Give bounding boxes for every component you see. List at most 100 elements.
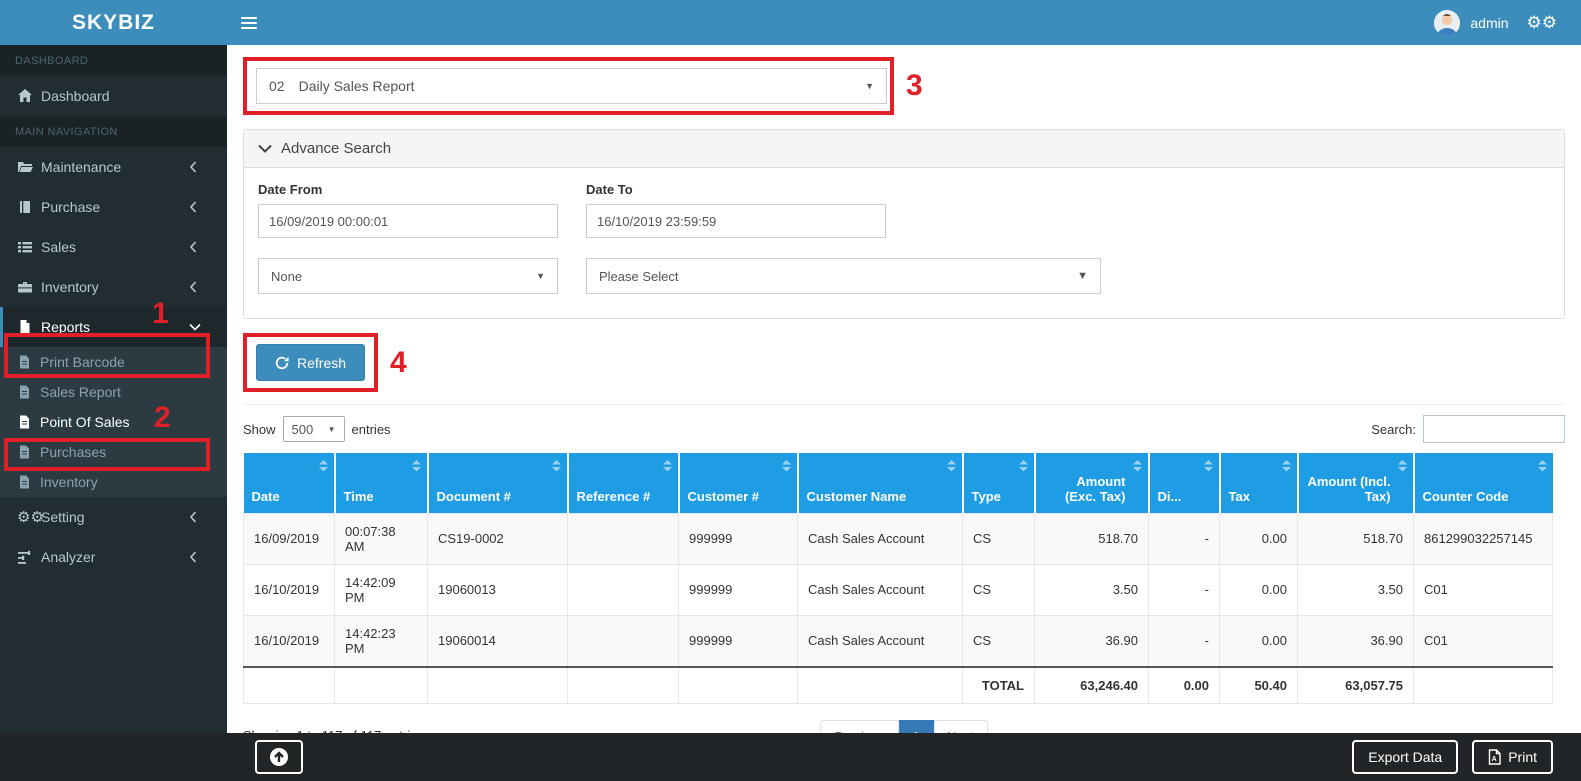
- file-text-icon: [18, 445, 40, 459]
- sales-report-table: Date Time Document # Reference # Custome…: [243, 453, 1553, 704]
- advance-search-title: Advance Search: [281, 140, 391, 157]
- search-label: Search:: [1371, 422, 1416, 437]
- table-cell: 16/09/2019: [244, 513, 335, 564]
- submenu-item-label: Point Of Sales: [40, 414, 130, 430]
- col-header-reference[interactable]: Reference #: [568, 453, 679, 513]
- table-cell: CS: [963, 564, 1035, 615]
- table-row: 16/10/2019 14:42:23 PM 19060014 999999 C…: [244, 615, 1553, 667]
- table-cell: [244, 667, 335, 704]
- table-cell: 36.90: [1298, 615, 1414, 667]
- sidebar-item-label: Sales: [41, 239, 189, 255]
- table-cell: [1414, 667, 1553, 704]
- print-button[interactable]: A Print: [1472, 740, 1553, 774]
- advance-search-header[interactable]: Advance Search: [244, 130, 1564, 168]
- date-from-input[interactable]: [258, 204, 558, 238]
- submenu-item-label: Purchases: [40, 444, 106, 460]
- submenu-item-purchases[interactable]: Purchases: [0, 437, 227, 467]
- col-header-tax[interactable]: Tax: [1220, 453, 1298, 513]
- book-icon: [17, 199, 41, 215]
- file-text-icon: [18, 475, 40, 489]
- file-text-icon: [18, 355, 40, 369]
- app-logo[interactable]: SKYBIZ: [0, 0, 227, 45]
- submenu-item-sales-report[interactable]: Sales Report: [0, 377, 227, 407]
- sort-icon: [947, 460, 956, 472]
- table-cell: 16/10/2019: [244, 615, 335, 667]
- annotation-number-4: 4: [390, 346, 407, 380]
- date-to-input[interactable]: [586, 204, 886, 238]
- sidebar-item-inventory[interactable]: Inventory: [0, 267, 227, 307]
- col-header-discount[interactable]: Di...: [1149, 453, 1220, 513]
- list-icon: [17, 239, 41, 255]
- scroll-to-top-button[interactable]: [255, 740, 303, 774]
- sidebar-item-label: Maintenance: [41, 159, 189, 175]
- chevron-down-icon: [258, 144, 272, 153]
- main-content: 02 Daily Sales Report ▼ 3 Advance Search…: [227, 45, 1581, 733]
- filter-select-please[interactable]: Please Select ▼: [586, 258, 1101, 294]
- sort-icon: [782, 460, 791, 472]
- total-tax: 50.40: [1220, 667, 1298, 704]
- total-amount-incl: 63,057.75: [1298, 667, 1414, 704]
- submenu-item-point-of-sales[interactable]: Point Of Sales: [0, 407, 227, 437]
- refresh-label: Refresh: [297, 355, 346, 371]
- col-header-document[interactable]: Document #: [428, 453, 568, 513]
- sidebar-item-label: Analyzer: [41, 549, 189, 565]
- col-header-customer-name[interactable]: Customer Name: [798, 453, 963, 513]
- file-icon: [17, 319, 41, 335]
- table-cell: 36.90: [1035, 615, 1149, 667]
- sidebar-toggle-button[interactable]: [227, 0, 271, 45]
- col-header-date[interactable]: Date: [244, 453, 335, 513]
- sidebar-item-maintenance[interactable]: Maintenance: [0, 147, 227, 187]
- page-size-value: 500: [292, 422, 314, 437]
- table-controls: Show 500 ▼ entries Search:: [243, 415, 1565, 443]
- sidebar-item-label: Setting: [41, 509, 189, 525]
- table-cell: -: [1149, 615, 1220, 667]
- sidebar-section-dashboard: DASHBOARD: [0, 45, 227, 76]
- caret-down-icon: ▼: [536, 271, 545, 281]
- col-header-amount-incl[interactable]: Amount (Incl. Tax): [1298, 453, 1414, 513]
- pagination: Previous 1 Next: [820, 720, 988, 734]
- table-cell: [679, 667, 798, 704]
- next-page-button[interactable]: Next: [934, 720, 988, 734]
- sort-icon: [1204, 460, 1213, 472]
- export-data-button[interactable]: Export Data: [1352, 740, 1458, 774]
- table-cell: C01: [1414, 564, 1553, 615]
- col-header-type[interactable]: Type: [963, 453, 1035, 513]
- col-header-counter-code[interactable]: Counter Code: [1414, 453, 1553, 513]
- submenu-item-inventory[interactable]: Inventory: [0, 467, 227, 497]
- sort-icon: [552, 460, 561, 472]
- sort-icon: [663, 460, 672, 472]
- table-cell: CS: [963, 615, 1035, 667]
- sidebar-item-reports[interactable]: Reports: [0, 307, 227, 347]
- search-input[interactable]: [1423, 415, 1565, 443]
- table-cell: [335, 667, 428, 704]
- refresh-row: Refresh 4: [243, 333, 1565, 392]
- table-cell: [568, 667, 679, 704]
- settings-gears-icon[interactable]: ⚙⚙: [1527, 13, 1557, 33]
- page-size-select[interactable]: 500 ▼: [283, 416, 345, 442]
- reports-submenu: Print Barcode Sales Report Point Of Sale…: [0, 347, 227, 497]
- refresh-button[interactable]: Refresh: [256, 344, 365, 381]
- filter-select-none[interactable]: None ▼: [258, 258, 558, 294]
- date-to-label: Date To: [586, 182, 886, 197]
- report-selector-row: 02 Daily Sales Report ▼ 3: [243, 57, 1565, 115]
- page-1-button[interactable]: 1: [899, 720, 934, 734]
- sidebar-item-purchase[interactable]: Purchase: [0, 187, 227, 227]
- annotation-number-3: 3: [906, 69, 923, 103]
- sidebar-item-sales[interactable]: Sales: [0, 227, 227, 267]
- username: admin: [1470, 15, 1508, 31]
- col-header-customer-no[interactable]: Customer #: [679, 453, 798, 513]
- table-cell: [568, 513, 679, 564]
- entries-label: entries: [352, 422, 391, 437]
- col-header-amount-exc[interactable]: Amount (Exc. Tax): [1035, 453, 1149, 513]
- report-type-select[interactable]: 02 Daily Sales Report ▼: [256, 68, 887, 104]
- chevron-down-icon: [189, 323, 213, 331]
- sidebar-item-analyzer[interactable]: Analyzer: [0, 537, 227, 577]
- col-header-time[interactable]: Time: [335, 453, 428, 513]
- user-menu[interactable]: admin: [1434, 10, 1508, 36]
- sidebar-item-setting[interactable]: ⚙⚙ Setting: [0, 497, 227, 537]
- previous-page-button[interactable]: Previous: [820, 720, 899, 734]
- sidebar-item-dashboard[interactable]: Dashboard: [0, 76, 227, 116]
- export-data-label: Export Data: [1368, 749, 1442, 765]
- table-cell: CS19-0002: [428, 513, 568, 564]
- submenu-item-print-barcode[interactable]: Print Barcode: [0, 347, 227, 377]
